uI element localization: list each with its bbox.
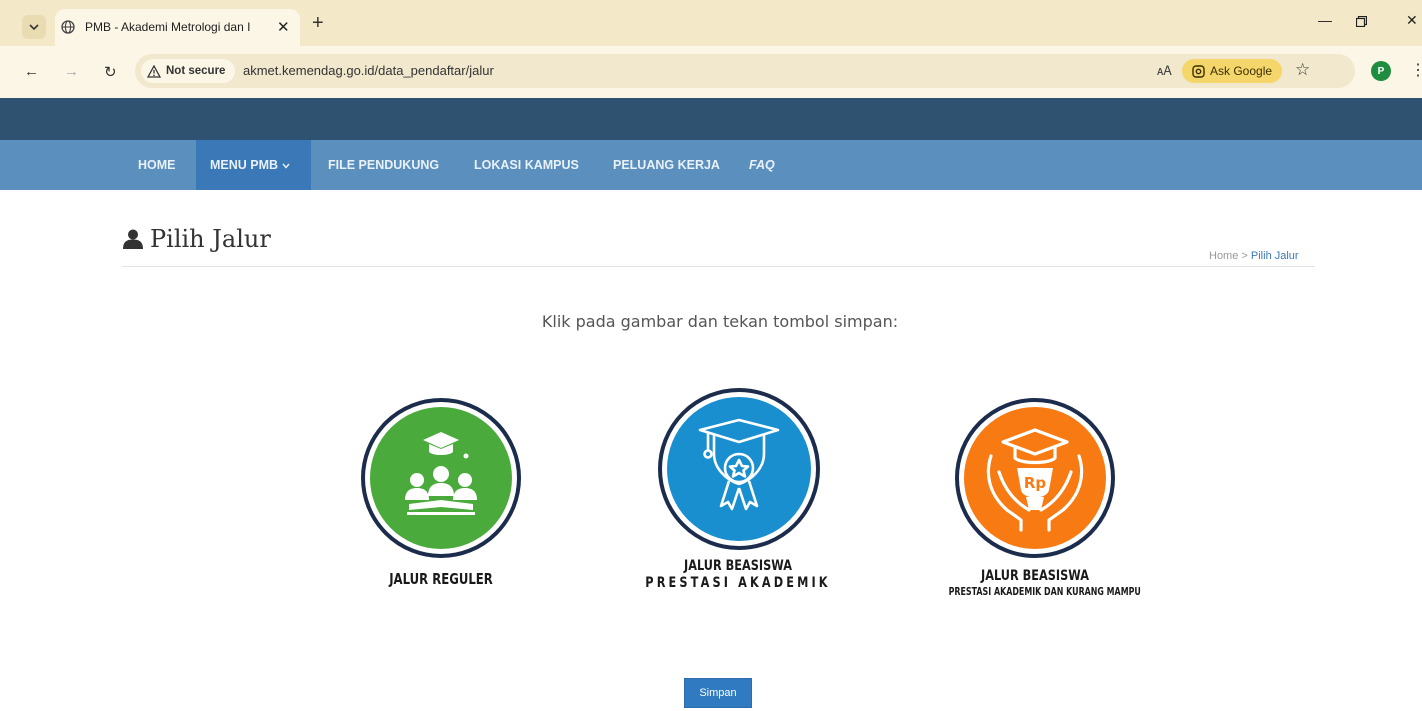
browser-menu-icon[interactable]: ⋮	[1410, 60, 1422, 80]
nav-home[interactable]: HOME	[124, 140, 190, 190]
breadcrumb-current: Pilih Jalur	[1250, 250, 1299, 262]
nav-lokasi-kampus[interactable]: LOKASI KAMPUS	[460, 140, 593, 190]
ask-google-button[interactable]: Ask Google	[1182, 59, 1283, 83]
not-secure-label: Not secure	[166, 65, 226, 77]
nav-file-pendukung[interactable]: FILE PENDUKUNG	[314, 140, 453, 190]
page-title-text: Pilih Jalur	[150, 225, 271, 253]
browser-tab[interactable]: PMB - Akademi Metrologi dan I ✕	[55, 9, 300, 46]
nav-faq[interactable]: FAQ	[735, 140, 789, 190]
address-bar[interactable]: Not secure akmet.kemendag.go.id/data_pen…	[135, 54, 1355, 88]
browser-toolbar: ← → ↻ Not secure akmet.kemendag.go.id/da…	[0, 46, 1422, 98]
warning-icon	[147, 64, 161, 78]
option-beasiswa-kurang-mampu[interactable]: Rp JALUR BEASISWA PRESTASI AKADEMIK DAN …	[915, 398, 1155, 618]
chevron-down-icon	[29, 24, 39, 31]
breadcrumb: Home > Pilih Jalur	[1209, 250, 1299, 262]
tab-search-button[interactable]	[22, 15, 46, 39]
scholarship-hands-icon: Rp	[955, 398, 1115, 558]
main-nav: HOME MENU PMB FILE PENDUKUNG LOKASI KAMP…	[0, 140, 1422, 190]
globe-icon	[61, 20, 75, 34]
nav-home-label: HOME	[138, 158, 176, 172]
reload-icon[interactable]: ↻	[104, 63, 117, 81]
breadcrumb-home[interactable]: Home	[1209, 250, 1238, 262]
option-label-line1: JALUR BEASISWA	[684, 558, 792, 574]
nav-faq-label: FAQ	[749, 158, 775, 172]
site-header	[0, 98, 1422, 140]
option-jalur-reguler[interactable]: JALUR REGULER	[321, 398, 561, 618]
option-label-line2: PRESTASI AKADEMIK DAN KURANG MAMPU	[948, 585, 1141, 598]
students-graduation-icon	[361, 398, 521, 558]
profile-avatar[interactable]: P	[1371, 61, 1391, 81]
graduation-award-icon	[658, 388, 820, 550]
back-icon[interactable]: ←	[24, 63, 39, 80]
site-info-chip[interactable]: Not secure	[141, 59, 236, 83]
option-label-line2: PRESTASI AKADEMIK	[645, 575, 831, 591]
rupiah-badge: Rp	[1024, 474, 1047, 492]
simpan-button[interactable]: Simpan	[684, 678, 752, 708]
restore-window-icon[interactable]	[1356, 16, 1367, 27]
browser-tab-strip: PMB - Akademi Metrologi dan I ✕ + — ✕	[0, 0, 1422, 46]
new-tab-button[interactable]: +	[312, 13, 324, 33]
option-label-line1: JALUR REGULER	[389, 570, 493, 588]
close-window-icon[interactable]: ✕	[1406, 12, 1418, 29]
bookmark-star-icon[interactable]: ☆	[1295, 60, 1310, 80]
google-lens-icon	[1192, 64, 1205, 78]
nav-lokasi-kampus-label: LOKASI KAMPUS	[474, 158, 579, 172]
breadcrumb-separator: >	[1241, 250, 1248, 262]
forward-icon[interactable]: →	[64, 63, 79, 80]
chevron-down-icon	[282, 163, 290, 169]
nav-menu-pmb-label: MENU PMB	[210, 158, 279, 172]
profile-initial: P	[1377, 65, 1385, 77]
page-title: Pilih Jalur	[122, 225, 271, 253]
minimize-window-icon[interactable]: —	[1318, 12, 1332, 28]
user-icon	[123, 229, 143, 249]
ask-google-label: Ask Google	[1210, 64, 1273, 78]
instruction-text: Klik pada gambar dan tekan tombol simpan…	[541, 312, 899, 331]
translate-icon[interactable]: 🗚	[1157, 63, 1172, 79]
nav-peluang-kerja-label: PELUANG KERJA	[613, 158, 720, 172]
url-text[interactable]: akmet.kemendag.go.id/data_pendaftar/jalu…	[243, 63, 494, 78]
option-beasiswa-prestasi[interactable]: JALUR BEASISWA PRESTASI AKADEMIK	[618, 388, 858, 608]
option-label-line1: JALUR BEASISWA	[981, 568, 1089, 584]
tab-close-icon[interactable]: ✕	[277, 18, 290, 36]
nav-peluang-kerja[interactable]: PELUANG KERJA	[599, 140, 734, 190]
title-divider	[122, 266, 1315, 267]
nav-menu-pmb[interactable]: MENU PMB	[196, 140, 311, 190]
tab-title: PMB - Akademi Metrologi dan I	[85, 20, 251, 34]
nav-file-pendukung-label: FILE PENDUKUNG	[328, 158, 440, 172]
